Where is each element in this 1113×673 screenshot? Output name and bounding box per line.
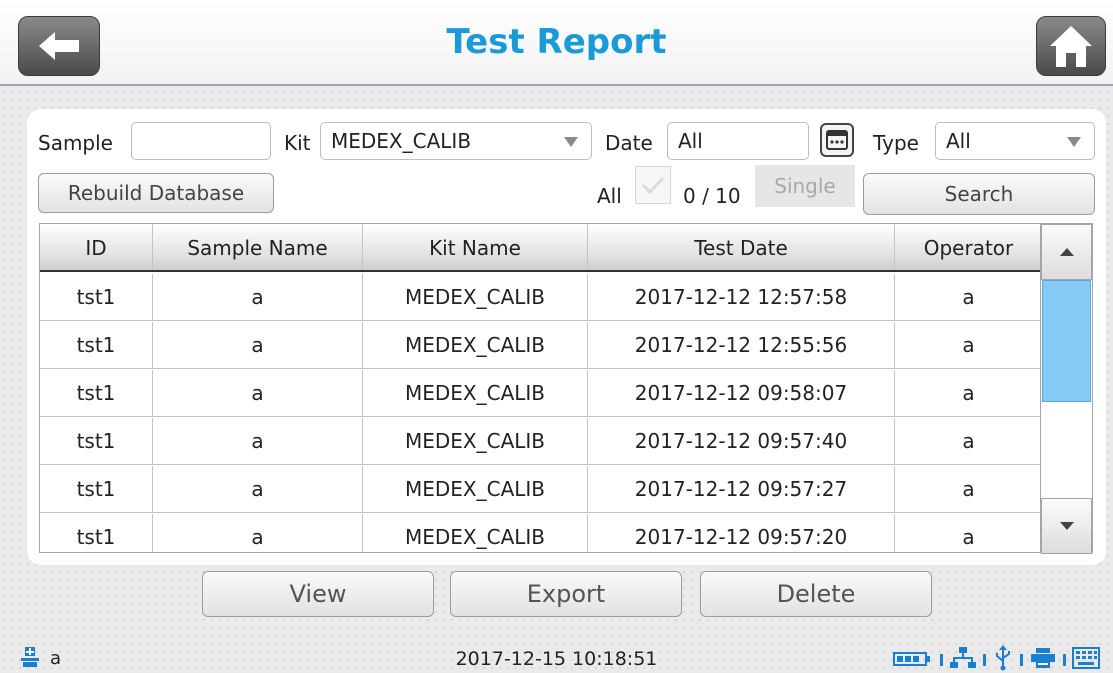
- cell-test-date: 2017-12-12 12:57:58: [588, 274, 895, 320]
- cell-id: tst1: [40, 370, 153, 416]
- date-input[interactable]: All: [667, 122, 809, 160]
- cell-id: tst1: [40, 322, 153, 368]
- status-bar: a 2017-12-15 10:18:51: [0, 640, 1113, 673]
- cell-id: tst1: [40, 274, 153, 320]
- chevron-down-icon: [1059, 522, 1074, 530]
- cell-test-date: 2017-12-12 09:57:40: [588, 418, 895, 464]
- scroll-up-button[interactable]: [1041, 224, 1092, 280]
- header: Test Report: [0, 0, 1113, 86]
- table-header: ID Sample Name Kit Name Test Date Operat…: [40, 224, 1040, 272]
- date-label: Date: [605, 131, 653, 155]
- table-scrollbar[interactable]: [1041, 223, 1093, 554]
- status-divider: [940, 654, 943, 666]
- kit-label: Kit: [284, 131, 311, 155]
- search-button[interactable]: Search: [863, 173, 1095, 215]
- kit-select[interactable]: MEDEX_CALIB: [320, 122, 592, 160]
- report-panel: Sample Kit MEDEX_CALIB Date All Type All…: [27, 109, 1106, 565]
- cell-operator: a: [962, 477, 975, 501]
- select-all-checkbox[interactable]: [635, 166, 671, 204]
- cell-id: tst1: [40, 514, 153, 552]
- kit-select-value: MEDEX_CALIB: [331, 129, 472, 153]
- single-button[interactable]: Single: [755, 165, 855, 207]
- network-icon: [950, 647, 976, 668]
- table-row[interactable]: tst1 a MEDEX_CALIB 2017-12-12 09:58:07 a: [40, 370, 1040, 417]
- type-select[interactable]: All: [935, 122, 1095, 160]
- table-row[interactable]: tst1 a MEDEX_CALIB 2017-12-12 09:57:20 a: [40, 514, 1040, 552]
- table-row[interactable]: tst1 a MEDEX_CALIB 2017-12-12 12:55:56 a: [40, 322, 1040, 369]
- cell-sample-name: a: [153, 418, 363, 464]
- table-row[interactable]: tst1 a MEDEX_CALIB 2017-12-12 09:57:27 a: [40, 466, 1040, 513]
- cell-id: tst1: [40, 418, 153, 464]
- cell-sample-name: a: [153, 370, 363, 416]
- cell-operator: a: [962, 429, 975, 453]
- calendar-icon: [826, 130, 848, 150]
- chevron-up-icon: [1059, 248, 1074, 256]
- checkmark-icon: [641, 176, 665, 195]
- sample-input[interactable]: [131, 122, 271, 160]
- table-row[interactable]: tst1 a MEDEX_CALIB 2017-12-12 12:57:58 a: [40, 274, 1040, 321]
- status-divider: [983, 654, 986, 666]
- select-all-label: All: [597, 184, 622, 208]
- column-header-id[interactable]: ID: [40, 224, 153, 270]
- status-divider: [1020, 654, 1023, 666]
- selection-count: 0 / 10: [683, 184, 741, 208]
- chevron-down-icon: [1054, 123, 1094, 161]
- usb-icon: [996, 645, 1010, 671]
- battery-icon: [893, 652, 930, 666]
- view-button[interactable]: View: [202, 571, 434, 617]
- report-table: ID Sample Name Kit Name Test Date Operat…: [39, 223, 1041, 553]
- home-button[interactable]: [1036, 16, 1106, 76]
- cell-sample-name: a: [153, 274, 363, 320]
- cell-test-date: 2017-12-12 09:57:20: [588, 514, 895, 552]
- type-select-value: All: [946, 129, 971, 153]
- cell-sample-name: a: [153, 514, 363, 552]
- home-icon: [1050, 26, 1092, 67]
- type-label: Type: [873, 131, 919, 155]
- scroll-track[interactable]: [1041, 280, 1092, 498]
- cell-kit-name: MEDEX_CALIB: [363, 418, 588, 464]
- printer-icon: [1031, 648, 1055, 668]
- keyboard-icon: [1072, 647, 1100, 669]
- cell-kit-name: MEDEX_CALIB: [363, 370, 588, 416]
- cell-id: tst1: [40, 466, 153, 512]
- cell-operator: a: [962, 525, 975, 549]
- status-datetime: 2017-12-15 10:18:51: [455, 648, 658, 670]
- cell-sample-name: a: [153, 466, 363, 512]
- cell-test-date: 2017-12-12 09:58:07: [588, 370, 895, 416]
- column-header-operator[interactable]: Operator: [895, 224, 1040, 270]
- delete-button[interactable]: Delete: [700, 571, 932, 617]
- cell-test-date: 2017-12-12 12:55:56: [588, 322, 895, 368]
- table-row[interactable]: tst1 a MEDEX_CALIB 2017-12-12 09:57:40 a: [40, 418, 1040, 465]
- cell-operator: a: [962, 285, 975, 309]
- export-button[interactable]: Export: [450, 571, 682, 617]
- scroll-down-button[interactable]: [1041, 498, 1092, 554]
- cell-kit-name: MEDEX_CALIB: [363, 274, 588, 320]
- cell-kit-name: MEDEX_CALIB: [363, 514, 588, 552]
- page-title: Test Report: [446, 22, 667, 62]
- status-divider: [1063, 654, 1066, 666]
- column-header-test-date[interactable]: Test Date: [588, 224, 895, 270]
- calendar-button[interactable]: [820, 123, 854, 157]
- scroll-thumb[interactable]: [1042, 280, 1091, 402]
- cell-kit-name: MEDEX_CALIB: [363, 322, 588, 368]
- cell-sample-name: a: [153, 322, 363, 368]
- cell-operator: a: [962, 381, 975, 405]
- column-header-sample-name[interactable]: Sample Name: [153, 224, 363, 270]
- chevron-down-icon: [551, 123, 591, 161]
- column-header-kit-name[interactable]: Kit Name: [363, 224, 588, 270]
- sample-label: Sample: [38, 131, 113, 155]
- cell-test-date: 2017-12-12 09:57:27: [588, 466, 895, 512]
- cell-kit-name: MEDEX_CALIB: [363, 466, 588, 512]
- rebuild-database-button[interactable]: Rebuild Database: [38, 173, 274, 213]
- cell-operator: a: [962, 333, 975, 357]
